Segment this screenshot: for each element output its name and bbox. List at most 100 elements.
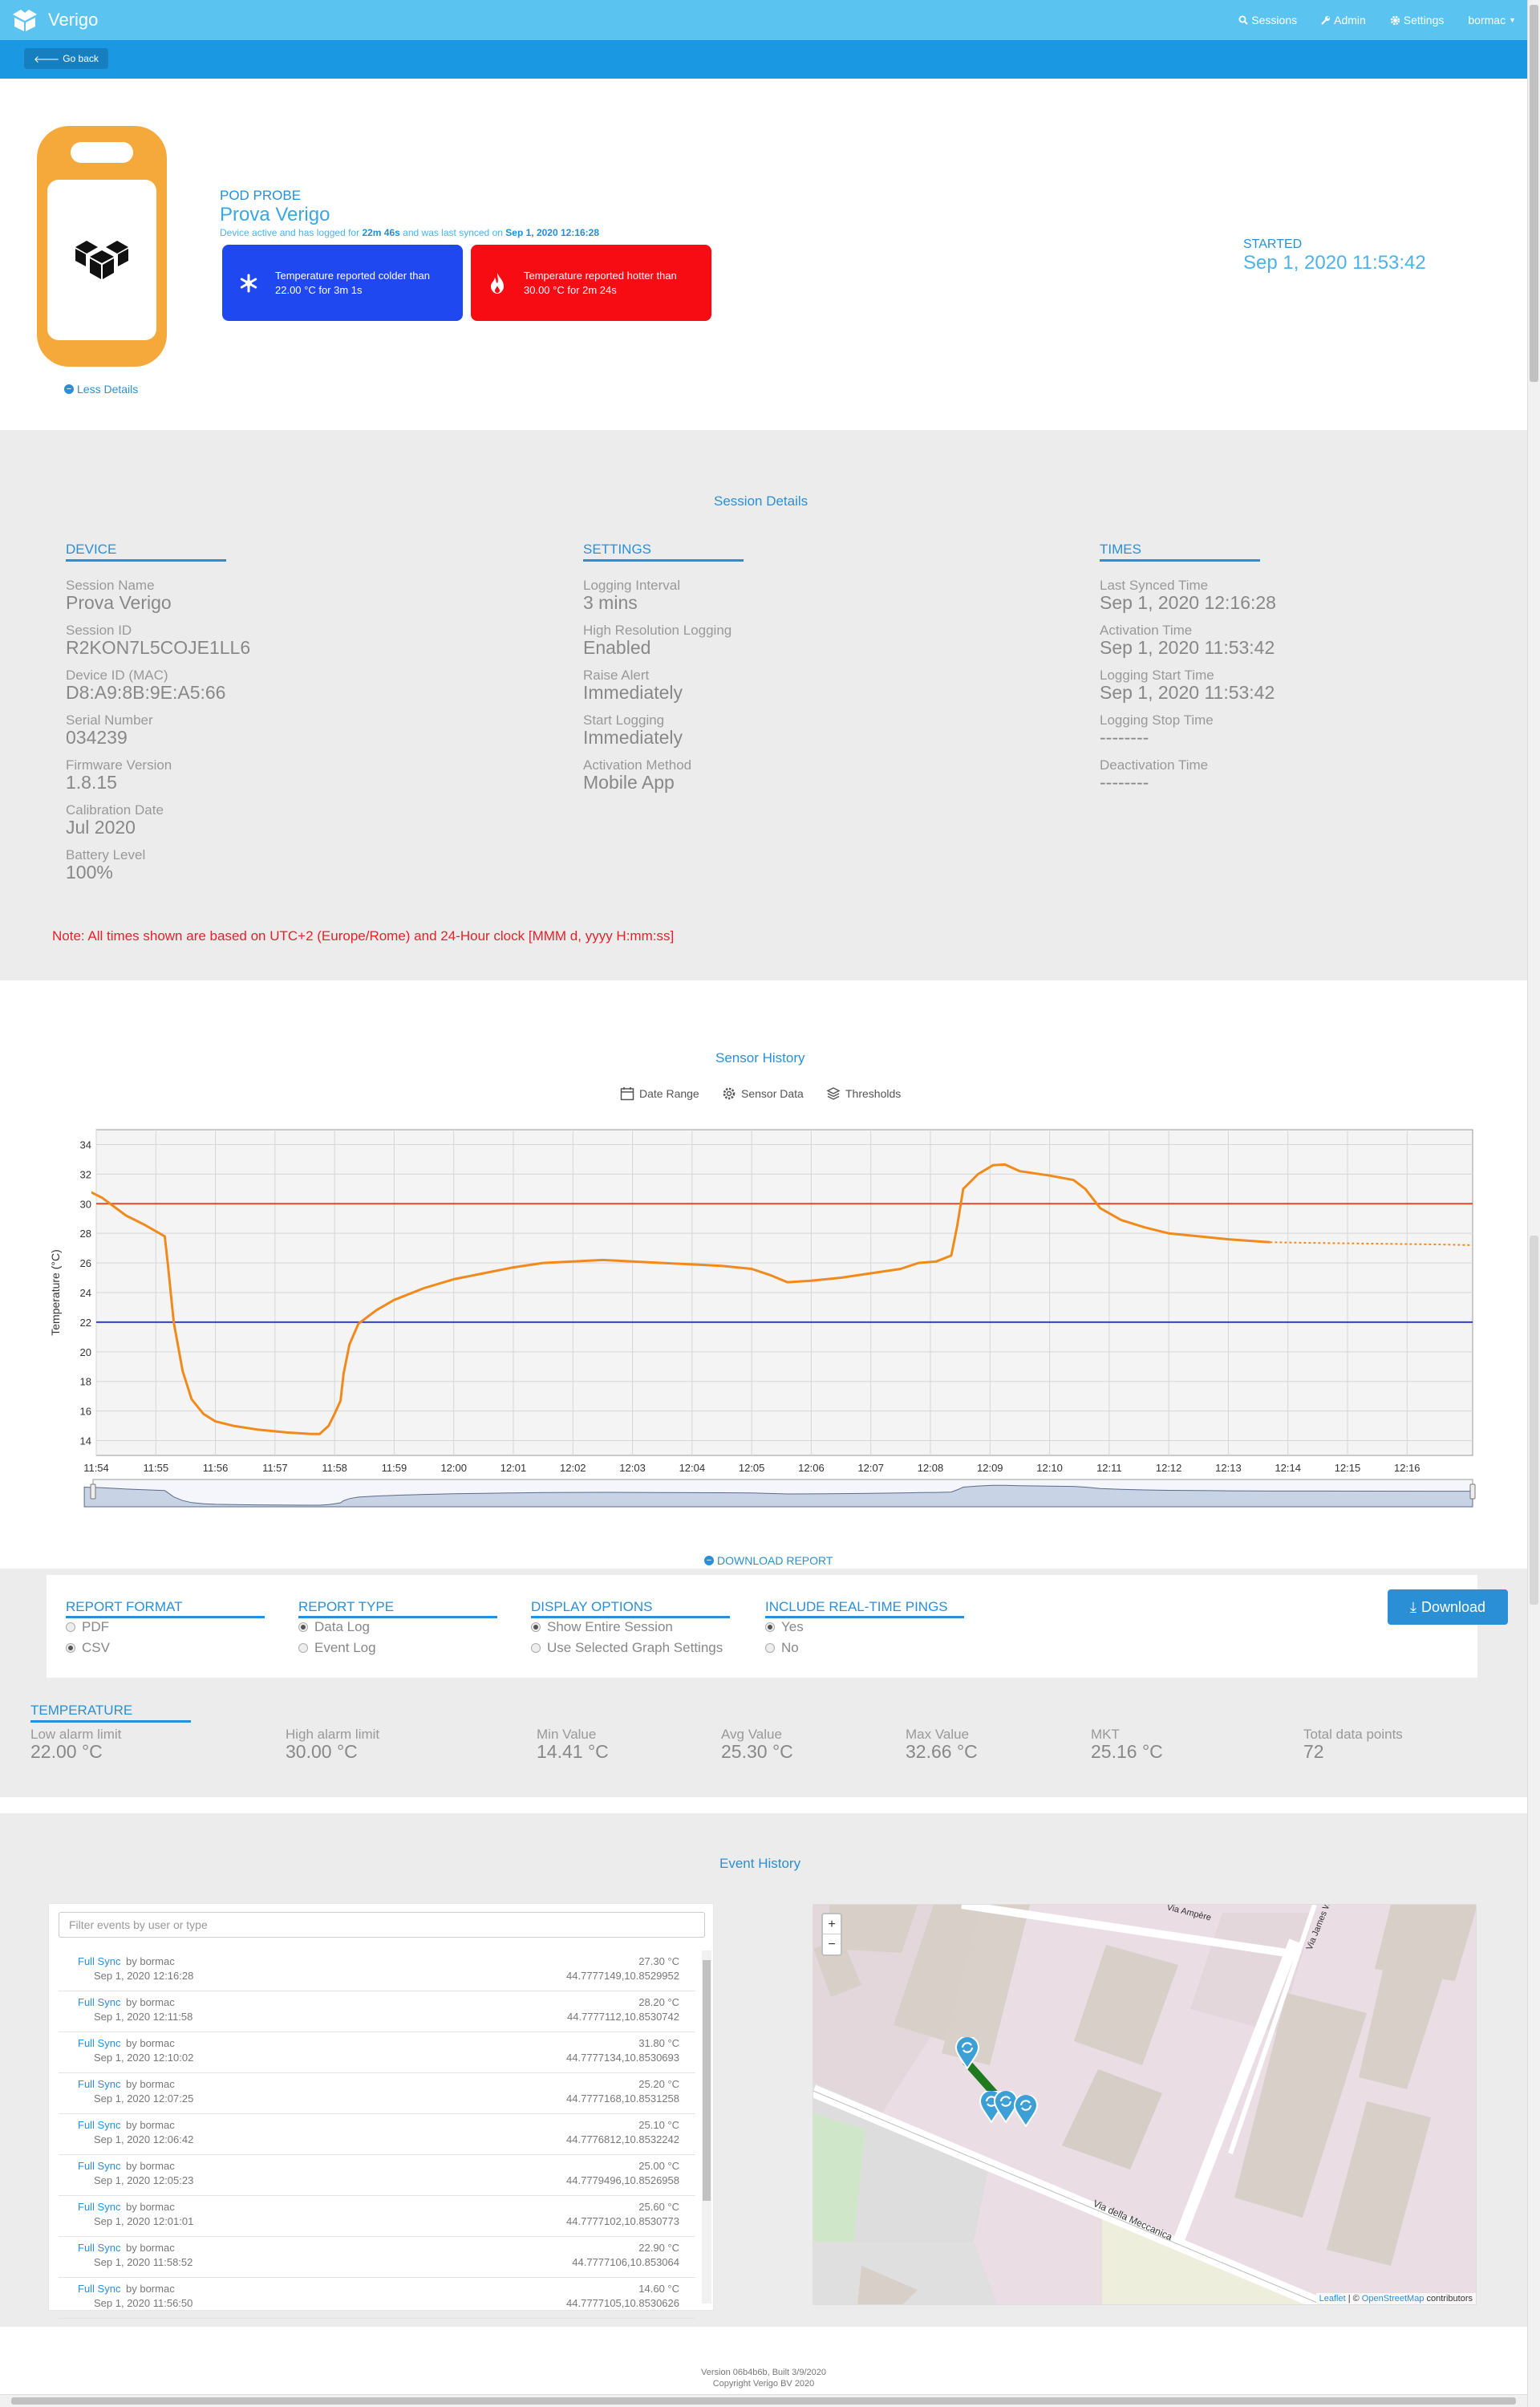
pings-option-no[interactable]: No <box>765 1640 799 1656</box>
event-type-link[interactable]: Full Sync <box>78 2201 120 2213</box>
y-tick-label: 18 <box>80 1376 91 1388</box>
nav-settings[interactable]: Settings <box>1390 14 1444 26</box>
report-type-heading: REPORT TYPE <box>298 1599 497 1618</box>
event-row[interactable]: Full Sync by bormac Sep 1, 2020 12:05:23 25… <box>59 2155 695 2196</box>
temp-stat-value: 72 <box>1303 1741 1324 1762</box>
fire-icon <box>491 272 504 294</box>
event-filter-input[interactable]: Filter events by user or type <box>59 1912 705 1938</box>
device-field-label: Firmware Version <box>66 757 172 773</box>
pings-option-yes[interactable]: Yes <box>765 1619 804 1635</box>
map-marker-icon[interactable] <box>955 2037 979 2069</box>
go-back-label: Go back <box>63 53 99 64</box>
temp-stat-value: 14.41 °C <box>537 1741 609 1762</box>
nav-admin[interactable]: Admin <box>1321 14 1366 26</box>
event-temperature: 25.00 °C <box>638 2160 679 2172</box>
event-temperature: 14.60 °C <box>638 2283 679 2295</box>
x-tick-label: 12:03 <box>619 1462 646 1474</box>
temp-stat-value: 22.00 °C <box>30 1741 103 1762</box>
thresholds-label: Thresholds <box>845 1087 902 1100</box>
event-row[interactable]: Full Sync by bormac Sep 1, 2020 12:07:25 25… <box>59 2073 695 2114</box>
radio-checked-icon <box>66 1643 75 1653</box>
temp-stat-label: High alarm limit <box>286 1727 380 1742</box>
sensor-data-button[interactable]: Sensor Data <box>722 1086 804 1101</box>
osm-link[interactable]: OpenStreetMap <box>1362 2294 1424 2303</box>
navigator-right-handle[interactable] <box>1469 1484 1476 1500</box>
settings-field-label: Activation Method <box>583 757 692 773</box>
event-coordinates: 44.7777105,10.8530626 <box>566 2297 679 2309</box>
less-details-toggle[interactable]: − Less Details <box>64 383 138 396</box>
event-type-link[interactable]: Full Sync <box>78 2242 120 2254</box>
thresholds-button[interactable]: Thresholds <box>826 1086 901 1101</box>
sensor-history-title: Sensor History <box>715 1050 805 1065</box>
display-option-selected[interactable]: Use Selected Graph Settings <box>531 1640 723 1656</box>
event-row[interactable]: Full Sync by bormac Sep 1, 2020 12:10:02 31… <box>59 2032 695 2073</box>
event-map[interactable]: Via Ampère Via James W Via della Meccani… <box>813 1904 1477 2305</box>
page-horizontal-scroll-thumb[interactable] <box>11 2397 1516 2405</box>
format-option-pdf[interactable]: PDF <box>66 1619 109 1635</box>
event-coordinates: 44.7776812,10.8532242 <box>566 2133 679 2145</box>
event-row[interactable]: Full Sync by bormac Sep 1, 2020 12:16:28 27… <box>59 1950 695 1991</box>
go-back-button[interactable]: 🡐 Go back <box>24 48 108 69</box>
map-zoom-control: + − <box>821 1913 842 1956</box>
event-row[interactable]: Full Sync by bormac Sep 1, 2020 11:56:50 14… <box>59 2278 695 2319</box>
download-button[interactable]: ⤓ Download <box>1388 1589 1508 1625</box>
device-column-heading: DEVICE <box>66 542 226 562</box>
map-marker-icon[interactable] <box>1014 2095 1038 2127</box>
device-field-label: Session ID <box>66 623 132 638</box>
event-coordinates: 44.7777106,10.853064 <box>572 2256 679 2268</box>
display-entire-label: Show Entire Session <box>547 1619 673 1634</box>
times-field-label: Deactivation Time <box>1100 757 1209 773</box>
leaflet-link[interactable]: Leaflet <box>1319 2294 1346 2303</box>
download-report-toggle[interactable]: − DOWNLOAD REPORT <box>704 1554 833 1567</box>
event-temperature: 27.30 °C <box>638 1955 679 1967</box>
event-list-scrollbar[interactable] <box>702 1950 711 2303</box>
event-user: by bormac <box>126 1996 175 2008</box>
radio-checked-icon <box>531 1622 541 1632</box>
page-vertical-scrollbar[interactable] <box>1527 0 1540 2407</box>
event-type-link[interactable]: Full Sync <box>78 2160 120 2172</box>
event-type-link[interactable]: Full Sync <box>78 1996 120 2008</box>
event-type-link[interactable]: Full Sync <box>78 2283 120 2295</box>
navigator-left-handle[interactable] <box>90 1484 96 1500</box>
nav-user-menu[interactable]: bormac ▼ <box>1468 14 1516 26</box>
display-option-entire[interactable]: Show Entire Session <box>531 1619 673 1635</box>
type-event-log-label: Event Log <box>314 1640 376 1655</box>
zoom-out-button[interactable]: − <box>823 1934 841 1954</box>
type-option-event-log[interactable]: Event Log <box>298 1640 376 1656</box>
cog-icon <box>723 1087 736 1100</box>
event-list-scroll-thumb[interactable] <box>703 1960 711 2201</box>
event-date: Sep 1, 2020 12:01:01 <box>94 2215 194 2227</box>
temp-stat-label: Low alarm limit <box>30 1727 122 1742</box>
event-row[interactable]: Full Sync by bormac Sep 1, 2020 11:58:52 22… <box>59 2237 695 2278</box>
cold-alert-badge: Temperature reported colder than 22.00 °… <box>222 245 463 321</box>
temperature-chart[interactable]: 14 16 18 20 22 24 26 28 30 32 34 11:54 11:55 11:56 11:… <box>0 1115 1527 1516</box>
date-range-label: Date Range <box>639 1087 699 1100</box>
temp-stat-label: Total data points <box>1303 1727 1403 1742</box>
date-range-button[interactable]: Date Range <box>620 1086 699 1101</box>
event-type-link[interactable]: Full Sync <box>78 2078 120 2090</box>
event-type-link[interactable]: Full Sync <box>78 2119 120 2131</box>
settings-field-value: Immediately <box>583 682 683 703</box>
event-row[interactable]: Full Sync by bormac Sep 1, 2020 12:06:42 25… <box>59 2114 695 2155</box>
minus-circle-icon: − <box>704 1556 714 1565</box>
brand[interactable]: Verigo <box>8 6 98 34</box>
event-type-link[interactable]: Full Sync <box>78 2037 120 2049</box>
event-row[interactable]: Full Sync by bormac Sep 1, 2020 12:11:58 28… <box>59 1991 695 2032</box>
event-type-link[interactable]: Full Sync <box>78 1955 120 1967</box>
event-user: by bormac <box>126 1955 175 1967</box>
footer: Version 06b4b6b, Built 3/9/2020 Copyrigh… <box>0 2367 1527 2389</box>
temp-stat-label: MKT <box>1091 1727 1120 1742</box>
zoom-in-button[interactable]: + <box>823 1914 841 1934</box>
event-row[interactable]: Full Sync by bormac Sep 1, 2020 12:01:01 25… <box>59 2196 695 2237</box>
page-horizontal-scrollbar[interactable] <box>0 2394 1527 2407</box>
type-option-data-log[interactable]: Data Log <box>298 1619 370 1635</box>
event-user: by bormac <box>126 2283 175 2295</box>
device-type-label: POD PROBE <box>220 188 302 203</box>
status-middle: and was last synced on <box>403 227 503 238</box>
nav-sessions[interactable]: Sessions <box>1238 14 1297 26</box>
y-tick-label: 26 <box>80 1257 91 1269</box>
page-scroll-thumb[interactable] <box>1530 5 1538 382</box>
format-option-csv[interactable]: CSV <box>66 1640 110 1656</box>
radio-icon <box>66 1622 75 1632</box>
times-field-value: -------- <box>1100 772 1149 793</box>
